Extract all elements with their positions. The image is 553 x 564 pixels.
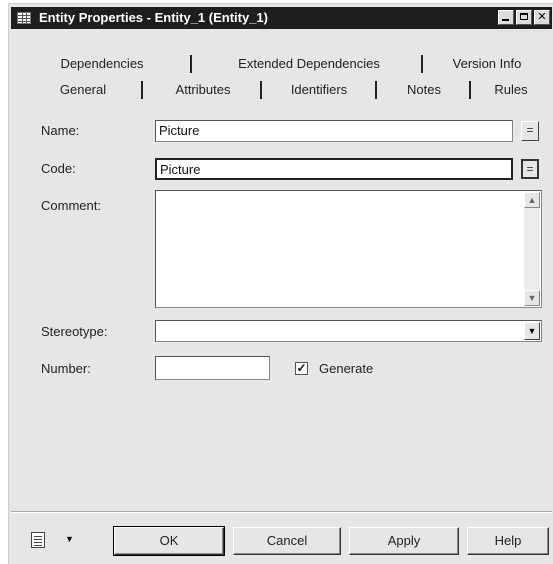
maximize-button[interactable]: [516, 10, 532, 25]
tab-rules[interactable]: Rules: [475, 80, 547, 100]
number-label: Number:: [41, 361, 91, 376]
tab-divider: [375, 81, 377, 99]
tab-identifiers[interactable]: Identifiers: [265, 80, 373, 100]
number-field[interactable]: [155, 356, 270, 380]
entity-properties-dialog: Entity Properties - Entity_1 (Entity_1) …: [8, 3, 553, 564]
tab-divider: [421, 55, 423, 73]
name-code-sync-button[interactable]: =: [521, 121, 539, 141]
tab-dependencies[interactable]: Dependencies: [17, 54, 187, 74]
code-sync-button[interactable]: =: [521, 159, 539, 179]
tab-extended-dependencies[interactable]: Extended Dependencies: [195, 54, 423, 74]
tab-notes[interactable]: Notes: [379, 80, 469, 100]
stereotype-label: Stereotype:: [41, 324, 108, 339]
tab-divider: [141, 81, 143, 99]
tab-row-front: General Attributes Identifiers Notes Rul…: [17, 80, 547, 100]
code-label: Code:: [41, 161, 76, 176]
code-field[interactable]: Picture: [155, 158, 513, 180]
tab-divider: [260, 81, 262, 99]
comment-scrollbar[interactable]: ▲ ▼: [524, 192, 540, 306]
tab-attributes[interactable]: Attributes: [147, 80, 259, 100]
minimize-button[interactable]: [498, 10, 514, 25]
chevron-down-icon[interactable]: ▼: [65, 534, 74, 544]
window-icon: [17, 12, 31, 24]
tab-general[interactable]: General: [23, 80, 143, 100]
window-title: Entity Properties - Entity_1 (Entity_1): [39, 10, 268, 25]
ok-button[interactable]: OK: [113, 526, 225, 556]
divider: [11, 512, 552, 513]
menu-icon[interactable]: [31, 532, 45, 548]
name-field[interactable]: Picture: [155, 120, 513, 142]
generate-label[interactable]: Generate: [319, 361, 373, 376]
help-button[interactable]: Help: [467, 527, 549, 555]
tab-row-back: Dependencies Extended Dependencies Versi…: [17, 54, 547, 74]
name-label: Name:: [41, 123, 80, 138]
comment-textarea[interactable]: [155, 190, 542, 308]
close-button[interactable]: ✕: [534, 10, 550, 25]
title-bar[interactable]: Entity Properties - Entity_1 (Entity_1) …: [11, 7, 552, 29]
stereotype-combobox[interactable]: [155, 320, 542, 342]
stereotype-dropdown-arrow-icon[interactable]: ▼: [524, 322, 540, 340]
comment-label: Comment:: [41, 198, 101, 213]
tab-divider: [469, 81, 471, 99]
apply-button[interactable]: Apply: [349, 527, 459, 555]
cancel-button[interactable]: Cancel: [233, 527, 341, 555]
tab-divider: [190, 55, 192, 73]
tab-version-info[interactable]: Version Info: [427, 54, 547, 74]
scroll-down-arrow-icon[interactable]: ▼: [524, 290, 540, 306]
generate-checkbox[interactable]: ✓: [295, 362, 308, 375]
scroll-up-arrow-icon[interactable]: ▲: [524, 192, 540, 208]
